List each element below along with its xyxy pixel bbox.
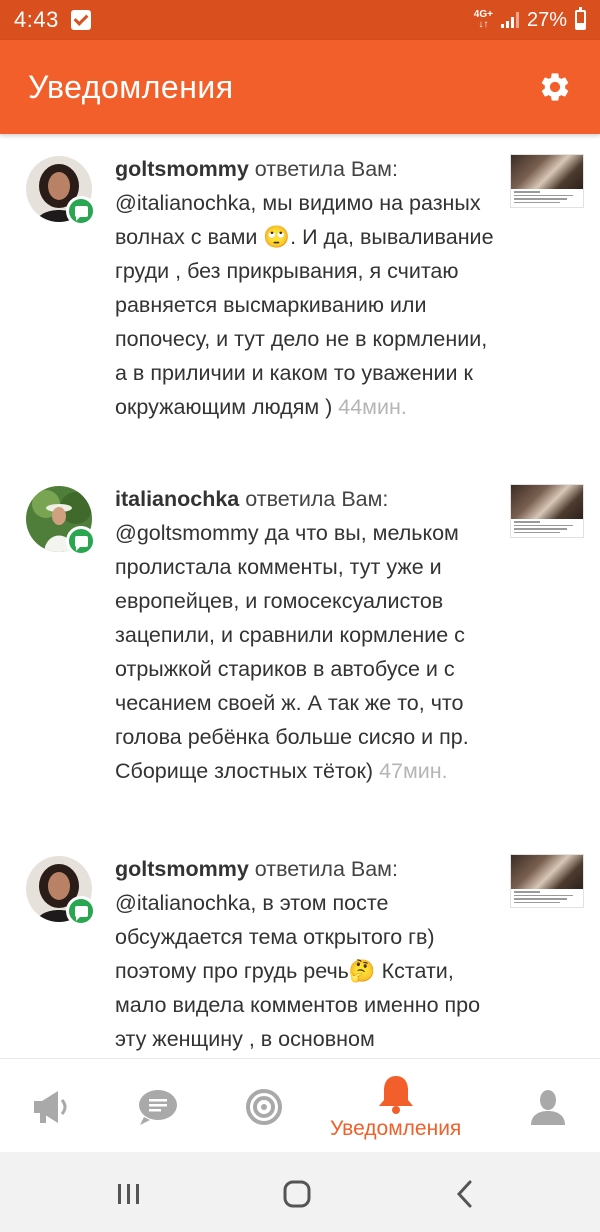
username[interactable]: goltsmommy	[115, 157, 249, 181]
nav-item-feed[interactable]	[30, 1087, 74, 1127]
notification-text: goltsmommy ответила Вам: @italianochka, …	[115, 152, 495, 424]
notification-item[interactable]: goltsmommy ответила Вам: @italianochka, …	[0, 834, 600, 1058]
nav-item-profile[interactable]	[528, 1087, 568, 1127]
person-icon	[531, 1090, 565, 1125]
status-time: 4:43	[14, 7, 59, 32]
comment-icon	[66, 896, 96, 926]
comment-text: @italianochka, мы видимо на разных волна…	[115, 191, 494, 419]
network-type-label: 4G+	[473, 9, 493, 20]
nav-label-notifications: Уведомления	[330, 1117, 462, 1140]
page-title: Уведомления	[28, 68, 234, 105]
battery-percent: 27%	[526, 8, 567, 31]
target-icon	[246, 1089, 282, 1125]
notification-text: goltsmommy ответила Вам: @italianochka, …	[115, 852, 495, 1056]
checkbox-notification-icon	[70, 10, 91, 30]
app-bar: Уведомления	[0, 40, 600, 134]
notification-action: ответила Вам:	[254, 857, 398, 881]
timestamp: 44мин.	[338, 395, 407, 419]
network-type-icon: 4G+ ↓↑	[473, 9, 493, 30]
notification-item[interactable]: italianochka ответила Вам: @goltsmommy д…	[0, 464, 600, 834]
nav-item-messages[interactable]	[136, 1087, 180, 1127]
recent-apps-button[interactable]	[104, 1174, 154, 1214]
nav-item-discover[interactable]	[244, 1087, 284, 1127]
avatar[interactable]	[26, 856, 96, 926]
gear-icon[interactable]	[538, 70, 572, 104]
comment-text: @italianochka, в этом посте обсуждается …	[115, 891, 481, 1051]
avatar[interactable]	[26, 156, 96, 226]
post-thumbnail[interactable]	[510, 154, 584, 208]
back-button[interactable]	[440, 1174, 490, 1214]
timestamp: 47мин.	[379, 759, 448, 783]
home-icon	[283, 1180, 311, 1208]
avatar[interactable]	[26, 486, 96, 556]
nav-item-notifications[interactable]: Уведомления	[330, 1073, 461, 1141]
home-button[interactable]	[272, 1174, 322, 1214]
bell-icon	[378, 1076, 413, 1114]
notification-action: ответила Вам:	[245, 487, 389, 511]
comment-icon	[66, 196, 96, 226]
comment-text: @goltsmommy да что вы, мельком пролистал…	[115, 521, 469, 783]
back-icon	[456, 1180, 472, 1208]
battery-icon	[575, 7, 586, 30]
notification-text: italianochka ответила Вам: @goltsmommy д…	[115, 482, 495, 788]
system-nav-bar	[0, 1152, 600, 1232]
username[interactable]: italianochka	[115, 487, 239, 511]
post-thumbnail[interactable]	[510, 484, 584, 538]
status-indicators: 4G+ ↓↑ 27%	[473, 7, 586, 32]
chat-icon	[139, 1090, 177, 1125]
username[interactable]: goltsmommy	[115, 857, 249, 881]
comment-icon	[66, 526, 96, 556]
recent-apps-icon	[118, 1184, 139, 1204]
post-thumbnail[interactable]	[510, 854, 584, 908]
notification-list[interactable]: goltsmommy ответила Вам: @italianochka, …	[0, 134, 600, 1058]
signal-icon	[500, 12, 519, 28]
notification-action: ответила Вам:	[254, 157, 398, 181]
status-bar: 4:43 4G+ ↓↑ 27%	[0, 0, 600, 40]
bottom-nav: Уведомления	[0, 1058, 600, 1152]
megaphone-icon	[34, 1091, 67, 1123]
notification-item[interactable]: goltsmommy ответила Вам: @italianochka, …	[0, 134, 600, 464]
